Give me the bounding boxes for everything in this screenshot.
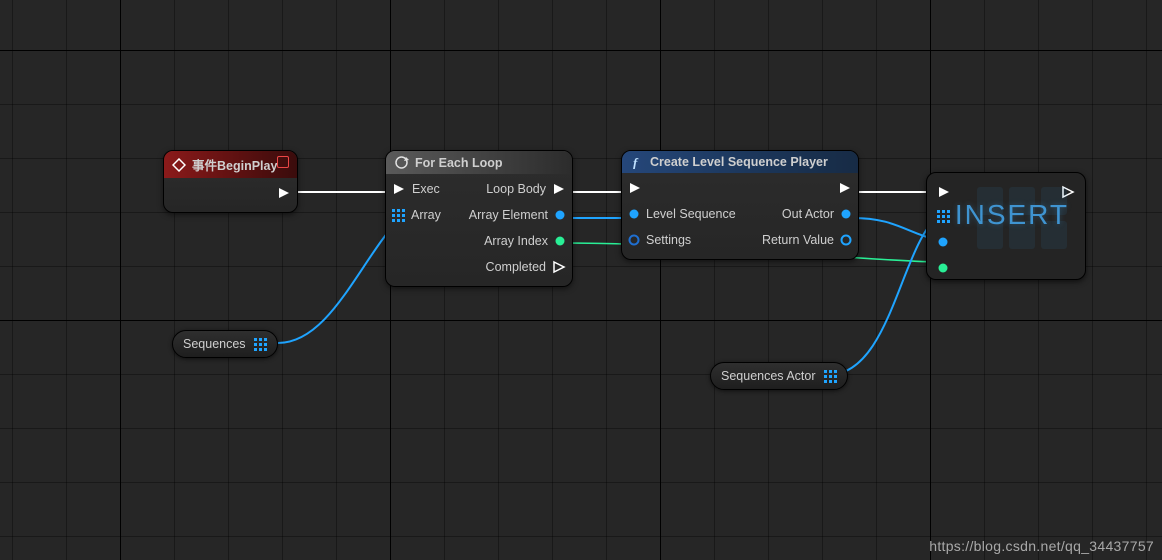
node-title: 事件BeginPlay — [192, 155, 277, 174]
array-pin-icon — [937, 210, 950, 223]
pin-label: Settings — [646, 233, 691, 247]
watermark-text: https://blog.csdn.net/qq_34437757 — [929, 538, 1154, 554]
variable-sequences-actor[interactable]: Sequences Actor — [710, 362, 848, 390]
data-pin-icon — [554, 209, 566, 221]
pin-label: Out Actor — [782, 207, 834, 221]
data-pin-icon — [554, 235, 566, 247]
array-pin-icon[interactable] — [824, 370, 837, 383]
pin-array-element[interactable]: Array Element — [469, 204, 566, 226]
pin-label: Array Index — [484, 234, 548, 248]
array-pin-icon[interactable] — [254, 338, 267, 351]
exec-pin-icon — [937, 185, 951, 199]
pin-label: Array Element — [469, 208, 548, 222]
data-pin-icon — [937, 262, 949, 274]
pin-exec-in[interactable]: Exec — [392, 178, 441, 200]
data-pin-icon — [628, 208, 640, 220]
svg-text:f: f — [633, 155, 639, 169]
pin-return-value[interactable]: Return Value — [762, 229, 852, 251]
pin-loop-body[interactable]: Loop Body — [486, 178, 566, 200]
node-title: Create Level Sequence Player — [650, 155, 828, 169]
pin-completed[interactable]: Completed — [486, 256, 566, 278]
node-event-beginplay[interactable]: 事件BeginPlay — [163, 150, 298, 213]
struct-pin-icon — [628, 234, 640, 246]
node-header[interactable]: 事件BeginPlay — [164, 151, 297, 178]
pin-label: Exec — [412, 182, 440, 196]
pin-insert-array[interactable] — [937, 205, 950, 227]
pin-insert-item[interactable] — [937, 231, 950, 253]
data-pin-icon — [840, 208, 852, 220]
pin-exec-out[interactable] — [838, 177, 852, 199]
pin-exec-in[interactable] — [628, 177, 736, 199]
node-create-level-sequence-player[interactable]: f Create Level Sequence Player Level Seq… — [621, 150, 859, 260]
exec-pin-icon — [277, 186, 291, 200]
node-header[interactable]: For Each Loop — [386, 151, 572, 174]
pin-label: Completed — [486, 260, 546, 274]
pin-array-in[interactable]: Array — [392, 204, 441, 226]
pin-label: Loop Body — [486, 182, 546, 196]
node-insert[interactable]: INSERT — [926, 172, 1086, 280]
function-icon: f — [630, 155, 644, 169]
pin-exec-out[interactable] — [277, 182, 291, 204]
pin-label: Level Sequence — [646, 207, 736, 221]
node-title: For Each Loop — [415, 156, 503, 170]
variable-label: Sequences Actor — [721, 369, 816, 383]
macro-loop-icon — [394, 155, 409, 170]
exec-pin-icon — [392, 182, 406, 196]
node-for-each-loop[interactable]: For Each Loop Exec Array Loop Body Array… — [385, 150, 573, 287]
exec-pin-icon — [552, 182, 566, 196]
insert-label: INSERT — [955, 199, 1069, 231]
pin-label: Return Value — [762, 233, 834, 247]
variable-label: Sequences — [183, 337, 246, 351]
data-pin-icon — [840, 234, 852, 246]
breakpoint-toggle[interactable] — [277, 156, 289, 168]
node-header[interactable]: f Create Level Sequence Player — [622, 151, 858, 173]
event-icon — [172, 158, 186, 172]
exec-pin-icon — [838, 181, 852, 195]
exec-pin-icon — [628, 181, 642, 195]
variable-sequences[interactable]: Sequences — [172, 330, 278, 358]
pin-out-actor[interactable]: Out Actor — [782, 203, 852, 225]
data-pin-icon — [937, 236, 949, 248]
pin-label: Array — [411, 208, 441, 222]
pin-insert-index[interactable] — [937, 257, 950, 279]
array-pin-icon — [392, 209, 405, 222]
pin-array-index[interactable]: Array Index — [484, 230, 566, 252]
pin-settings[interactable]: Settings — [628, 229, 736, 251]
exec-pin-icon — [552, 260, 566, 274]
pin-exec-in[interactable] — [937, 181, 951, 203]
pin-level-sequence[interactable]: Level Sequence — [628, 203, 736, 225]
